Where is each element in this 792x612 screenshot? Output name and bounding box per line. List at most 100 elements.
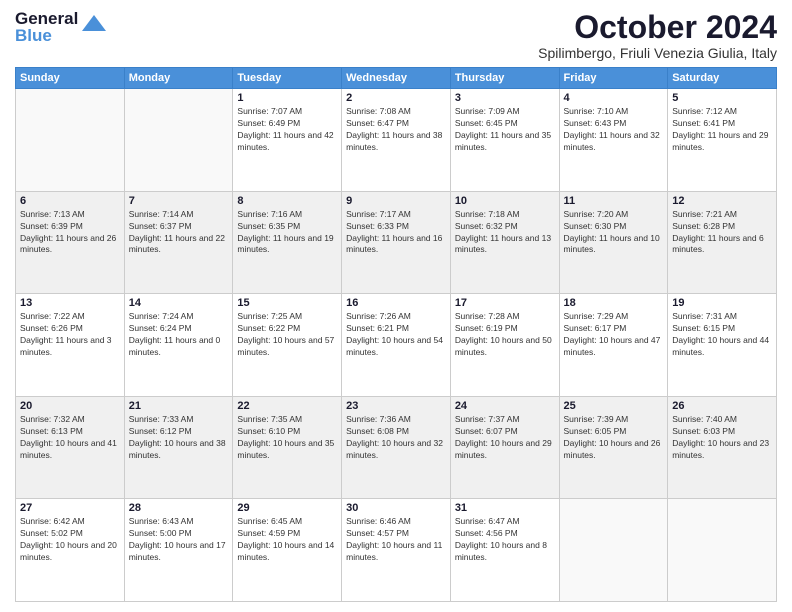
table-row: 28Sunrise: 6:43 AM Sunset: 5:00 PM Dayli… xyxy=(124,499,233,602)
day-number: 21 xyxy=(129,400,229,412)
day-info: Sunrise: 7:32 AM Sunset: 6:13 PM Dayligh… xyxy=(20,414,120,462)
day-number: 4 xyxy=(564,92,664,104)
day-info: Sunrise: 7:24 AM Sunset: 6:24 PM Dayligh… xyxy=(129,311,229,359)
title-block: October 2024 Spilimbergo, Friuli Venezia… xyxy=(538,10,777,61)
day-number: 9 xyxy=(346,195,446,207)
day-number: 5 xyxy=(672,92,772,104)
day-info: Sunrise: 7:28 AM Sunset: 6:19 PM Dayligh… xyxy=(455,311,555,359)
day-number: 19 xyxy=(672,297,772,309)
table-row: 20 Sunrise: 7:32 AM Sunset: 6:13 PM Dayli… xyxy=(16,396,125,499)
day-number: 7 xyxy=(129,195,229,207)
table-row: 3 Sunrise: 7:09 AM Sunset: 6:45 PM Daylig… xyxy=(450,89,559,192)
table-row: 16Sunrise: 7:26 AM Sunset: 6:21 PM Dayli… xyxy=(342,294,451,397)
table-row: 18Sunrise: 7:29 AM Sunset: 6:17 PM Dayli… xyxy=(559,294,668,397)
day-number: 31 xyxy=(455,502,555,514)
table-row: 26Sunrise: 7:40 AM Sunset: 6:03 PM Dayli… xyxy=(668,396,777,499)
table-row: 21 Sunrise: 7:33 AM Sunset: 6:12 PM Dayli… xyxy=(124,396,233,499)
day-number: 26 xyxy=(672,400,772,412)
day-number: 24 xyxy=(455,400,555,412)
day-number: 20 xyxy=(20,400,120,412)
day-number: 11 xyxy=(564,195,664,207)
day-info: Sunrise: 7:21 AM Sunset: 6:28 PM Dayligh… xyxy=(672,209,772,257)
month-title: October 2024 xyxy=(538,10,777,45)
day-number: 15 xyxy=(237,297,337,309)
calendar-week-row: 6 Sunrise: 7:13 AM Sunset: 6:39 PM Daylig… xyxy=(16,191,777,294)
day-number: 29 xyxy=(237,502,337,514)
table-row: 25 Sunrise: 7:39 AM Sunset: 6:05 PM Dayli… xyxy=(559,396,668,499)
day-info: Sunrise: 7:39 AM Sunset: 6:05 PM Dayligh… xyxy=(564,414,664,462)
calendar-week-row: 27 Sunrise: 6:42 AM Sunset: 5:02 PM Dayli… xyxy=(16,499,777,602)
day-info: Sunrise: 7:18 AM Sunset: 6:32 PM Dayligh… xyxy=(455,209,555,257)
day-info: Sunrise: 6:42 AM Sunset: 5:02 PM Dayligh… xyxy=(20,516,120,564)
day-info: Sunrise: 7:16 AM Sunset: 6:35 PM Dayligh… xyxy=(237,209,337,257)
day-info: Sunrise: 6:45 AM Sunset: 4:59 PM Dayligh… xyxy=(237,516,337,564)
day-number: 8 xyxy=(237,195,337,207)
table-row: 8 Sunrise: 7:16 AM Sunset: 6:35 PM Daylig… xyxy=(233,191,342,294)
table-row: 30 Sunrise: 6:46 AM Sunset: 4:57 PM Dayli… xyxy=(342,499,451,602)
day-info: Sunrise: 7:22 AM Sunset: 6:26 PM Dayligh… xyxy=(20,311,120,359)
day-info: Sunrise: 7:07 AM Sunset: 6:49 PM Dayligh… xyxy=(237,106,337,154)
day-info: Sunrise: 7:35 AM Sunset: 6:10 PM Dayligh… xyxy=(237,414,337,462)
table-row: 6 Sunrise: 7:13 AM Sunset: 6:39 PM Daylig… xyxy=(16,191,125,294)
day-number: 25 xyxy=(564,400,664,412)
logo: General Blue xyxy=(15,10,108,44)
location-title: Spilimbergo, Friuli Venezia Giulia, Ital… xyxy=(538,45,777,61)
calendar-header-row: Sunday Monday Tuesday Wednesday Thursday… xyxy=(16,68,777,89)
col-sunday: Sunday xyxy=(16,68,125,89)
day-info: Sunrise: 6:46 AM Sunset: 4:57 PM Dayligh… xyxy=(346,516,446,564)
calendar-week-row: 13 Sunrise: 7:22 AM Sunset: 6:26 PM Dayli… xyxy=(16,294,777,397)
logo-blue: Blue xyxy=(15,27,78,44)
calendar-table: Sunday Monday Tuesday Wednesday Thursday… xyxy=(15,67,777,602)
page: General Blue October 2024 Spilimbergo, F… xyxy=(0,0,792,612)
table-row: 23Sunrise: 7:36 AM Sunset: 6:08 PM Dayli… xyxy=(342,396,451,499)
day-number: 14 xyxy=(129,297,229,309)
day-info: Sunrise: 7:20 AM Sunset: 6:30 PM Dayligh… xyxy=(564,209,664,257)
logo-icon xyxy=(80,13,108,41)
day-info: Sunrise: 7:14 AM Sunset: 6:37 PM Dayligh… xyxy=(129,209,229,257)
table-row xyxy=(668,499,777,602)
table-row: 31 Sunrise: 6:47 AM Sunset: 4:56 PM Dayli… xyxy=(450,499,559,602)
table-row: 29 Sunrise: 6:45 AM Sunset: 4:59 PM Dayli… xyxy=(233,499,342,602)
day-number: 10 xyxy=(455,195,555,207)
day-info: Sunrise: 7:10 AM Sunset: 6:43 PM Dayligh… xyxy=(564,106,664,154)
day-info: Sunrise: 7:25 AM Sunset: 6:22 PM Dayligh… xyxy=(237,311,337,359)
day-number: 3 xyxy=(455,92,555,104)
day-info: Sunrise: 7:17 AM Sunset: 6:33 PM Dayligh… xyxy=(346,209,446,257)
logo-general: General xyxy=(15,10,78,27)
table-row: 14 Sunrise: 7:24 AM Sunset: 6:24 PM Dayli… xyxy=(124,294,233,397)
day-info: Sunrise: 7:33 AM Sunset: 6:12 PM Dayligh… xyxy=(129,414,229,462)
col-wednesday: Wednesday xyxy=(342,68,451,89)
calendar-week-row: 1Sunrise: 7:07 AM Sunset: 6:49 PM Daylig… xyxy=(16,89,777,192)
day-info: Sunrise: 7:26 AM Sunset: 6:21 PM Dayligh… xyxy=(346,311,446,359)
day-number: 28 xyxy=(129,502,229,514)
day-info: Sunrise: 7:08 AM Sunset: 6:47 PM Dayligh… xyxy=(346,106,446,154)
day-info: Sunrise: 7:29 AM Sunset: 6:17 PM Dayligh… xyxy=(564,311,664,359)
table-row: 4 Sunrise: 7:10 AM Sunset: 6:43 PM Daylig… xyxy=(559,89,668,192)
day-info: Sunrise: 7:37 AM Sunset: 6:07 PM Dayligh… xyxy=(455,414,555,462)
day-number: 12 xyxy=(672,195,772,207)
col-monday: Monday xyxy=(124,68,233,89)
day-number: 22 xyxy=(237,400,337,412)
day-info: Sunrise: 7:09 AM Sunset: 6:45 PM Dayligh… xyxy=(455,106,555,154)
day-number: 27 xyxy=(20,502,120,514)
day-number: 6 xyxy=(20,195,120,207)
table-row xyxy=(124,89,233,192)
header: General Blue October 2024 Spilimbergo, F… xyxy=(15,10,777,61)
day-info: Sunrise: 7:36 AM Sunset: 6:08 PM Dayligh… xyxy=(346,414,446,462)
table-row: 22 Sunrise: 7:35 AM Sunset: 6:10 PM Dayli… xyxy=(233,396,342,499)
day-info: Sunrise: 7:13 AM Sunset: 6:39 PM Dayligh… xyxy=(20,209,120,257)
col-saturday: Saturday xyxy=(668,68,777,89)
table-row: 2Sunrise: 7:08 AM Sunset: 6:47 PM Daylig… xyxy=(342,89,451,192)
table-row: 19Sunrise: 7:31 AM Sunset: 6:15 PM Dayli… xyxy=(668,294,777,397)
table-row: 11 Sunrise: 7:20 AM Sunset: 6:30 PM Dayli… xyxy=(559,191,668,294)
table-row: 24 Sunrise: 7:37 AM Sunset: 6:07 PM Dayli… xyxy=(450,396,559,499)
table-row: 13 Sunrise: 7:22 AM Sunset: 6:26 PM Dayli… xyxy=(16,294,125,397)
day-info: Sunrise: 6:47 AM Sunset: 4:56 PM Dayligh… xyxy=(455,516,555,564)
day-info: Sunrise: 7:12 AM Sunset: 6:41 PM Dayligh… xyxy=(672,106,772,154)
day-number: 13 xyxy=(20,297,120,309)
col-tuesday: Tuesday xyxy=(233,68,342,89)
table-row: 15 Sunrise: 7:25 AM Sunset: 6:22 PM Dayli… xyxy=(233,294,342,397)
col-friday: Friday xyxy=(559,68,668,89)
table-row: 27 Sunrise: 6:42 AM Sunset: 5:02 PM Dayli… xyxy=(16,499,125,602)
day-number: 30 xyxy=(346,502,446,514)
